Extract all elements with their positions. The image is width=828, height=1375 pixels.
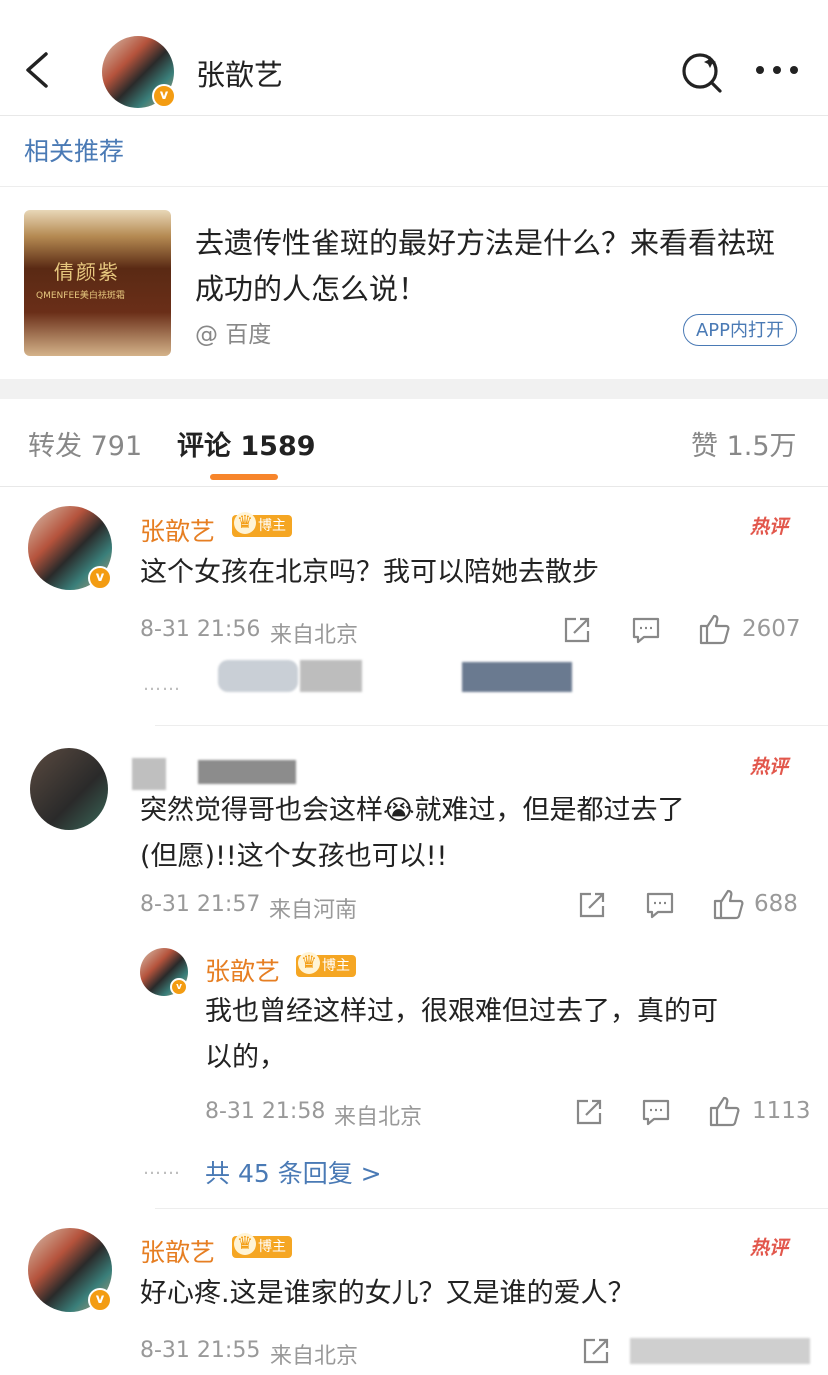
blogger-badge: ♛ 博主 <box>296 952 356 977</box>
open-in-app-button[interactable]: APP内打开 <box>683 314 797 346</box>
like-icon[interactable] <box>708 1095 740 1127</box>
reply-text-line-1: 我也曾经这样过，很艰难但过去了，真的可 <box>205 996 718 1027</box>
reply-location: 来自北京 <box>334 1105 423 1130</box>
reply-author[interactable]: 张歆艺 <box>205 952 280 988</box>
comment-icon[interactable] <box>632 616 660 644</box>
blurred-username <box>132 758 166 790</box>
repost-icon[interactable] <box>563 616 591 644</box>
tabs-divider <box>0 486 828 487</box>
comment-text-line-2: (但愿)!!这个女孩也可以!! <box>140 841 448 872</box>
tab-like[interactable]: 赞 1.5万 <box>691 424 797 463</box>
page-title: 张歆艺 <box>196 58 284 92</box>
comment-icon[interactable] <box>646 891 674 919</box>
blurred-username <box>198 760 296 784</box>
comment-author[interactable]: 张歆艺 <box>140 512 215 548</box>
verified-icon: v <box>170 978 188 996</box>
ad-title[interactable]: 去遗传性雀斑的最好方法是什么？来看看祛斑成功的人怎么说！ <box>195 220 795 312</box>
section-gap <box>0 379 828 399</box>
verified-icon: v <box>88 566 112 590</box>
blurred-content <box>630 1338 810 1364</box>
verified-icon: v <box>152 84 176 108</box>
blogger-badge: ♛ 博主 <box>232 1233 292 1258</box>
comment-author[interactable]: 张歆艺 <box>140 1233 215 1269</box>
comment-avatar[interactable]: v <box>28 1228 112 1312</box>
blurred-content <box>300 660 362 692</box>
hot-comment-badge: 热评 <box>750 516 789 538</box>
search-icon[interactable] <box>680 50 724 94</box>
repost-icon[interactable] <box>578 891 606 919</box>
active-tab-indicator <box>210 474 278 480</box>
comment-text: 好心疼.这是谁家的女儿？又是谁的爱人？ <box>140 1278 635 1309</box>
reply-text-line-2: 以的， <box>205 1042 286 1073</box>
like-icon[interactable] <box>698 613 730 645</box>
top-bar: v 张歆艺 <box>0 0 828 116</box>
like-count: 2607 <box>742 616 801 642</box>
blurred-content <box>462 662 572 692</box>
tab-repost[interactable]: 转发 791 <box>28 424 142 463</box>
more-replies-link[interactable]: 共 45 条回复 > <box>205 1154 382 1190</box>
tab-comment[interactable]: 评论 1589 <box>177 424 316 463</box>
ad-image[interactable]: 倩颜紫 QMENFEE美白祛斑霜 <box>24 210 171 356</box>
reply-time: 8-31 21:58 <box>205 1099 326 1124</box>
comment-avatar[interactable]: v <box>28 506 112 590</box>
comment-text: 这个女孩在北京吗？我可以陪她去散步 <box>140 557 599 588</box>
ad-source: @ 百度 <box>195 322 272 348</box>
repost-icon[interactable] <box>582 1337 610 1365</box>
repost-icon[interactable] <box>575 1098 603 1126</box>
crown-icon: ♛ <box>234 512 256 534</box>
like-count: 688 <box>754 891 798 917</box>
like-icon[interactable] <box>712 888 744 920</box>
comment-location: 来自北京 <box>270 623 359 648</box>
comment-divider <box>155 1208 828 1209</box>
reply-avatar[interactable]: v <box>140 948 188 996</box>
comment-avatar[interactable] <box>30 748 108 830</box>
comment-time: 8-31 21:57 <box>140 892 261 917</box>
verified-icon: v <box>88 1288 112 1312</box>
more-icon[interactable] <box>754 64 800 76</box>
hot-comment-badge: 热评 <box>750 1237 789 1259</box>
reply-dots: …… <box>143 1158 181 1179</box>
hot-comment-badge: 热评 <box>750 756 789 778</box>
comment-time: 8-31 21:55 <box>140 1338 261 1363</box>
blogger-badge: ♛ 博主 <box>232 512 292 537</box>
comment-icon[interactable] <box>642 1098 670 1126</box>
related-recommend-label: 相关推荐 <box>24 137 125 166</box>
reply-dots: …… <box>143 674 181 695</box>
profile-avatar[interactable]: v <box>102 36 176 108</box>
comment-text-line-1: 突然觉得哥也会这样😭就难过，但是都过去了 <box>140 795 685 826</box>
comment-time: 8-31 21:56 <box>140 617 261 642</box>
blurred-content <box>218 660 298 692</box>
crown-icon: ♛ <box>298 952 320 974</box>
comment-location: 来自北京 <box>270 1344 359 1369</box>
back-icon[interactable] <box>22 52 52 88</box>
comment-divider <box>155 725 828 726</box>
crown-icon: ♛ <box>234 1233 256 1255</box>
comment-location: 来自河南 <box>269 898 358 923</box>
like-count: 1113 <box>752 1098 811 1124</box>
